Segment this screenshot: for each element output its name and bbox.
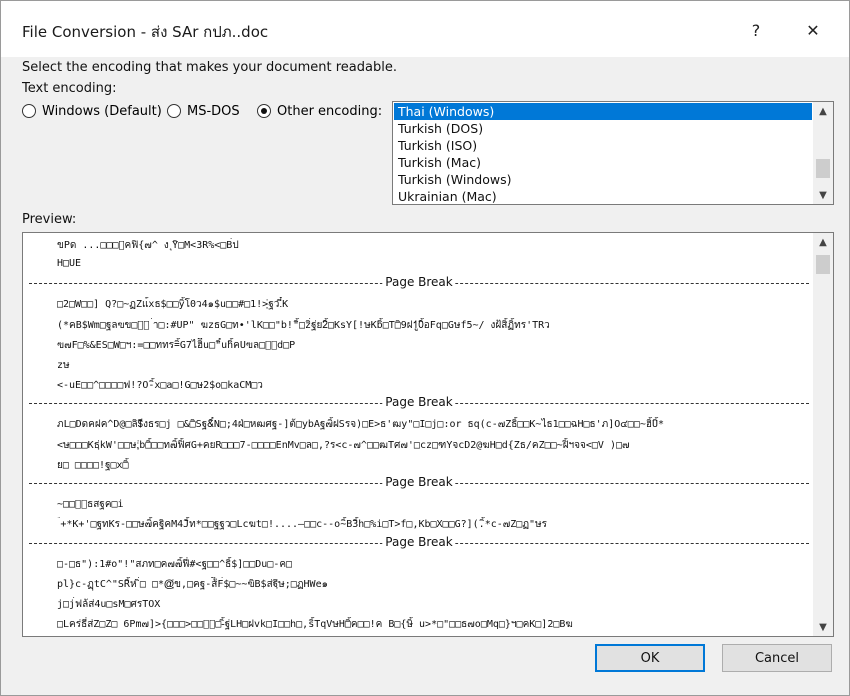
scroll-down-arrow-icon[interactable]: ▼ [813,186,833,204]
dialog-title: File Conversion - ส่ง SAr กปภ..doc [22,23,269,41]
page-break-label: Page Break [382,475,456,489]
preview-line: <-uE□□^□□□□ฟ!?O-ิ้x□a□!G□ษ2$o□kaCM□ว [57,380,263,391]
preview-line: □2□W□□] Q?□~ฏZแ้ิxธ$□□yิ้โ0ว4๑$u□□#□1!>ฺ… [57,299,289,310]
radio-other-circle[interactable] [257,104,271,118]
radio-windows-circle[interactable] [22,104,36,118]
radio-msdos-circle[interactable] [167,104,181,118]
page-break: Page Break [29,475,809,490]
preview-line: ิ้่ ่+*K+'□ฐทKร-□□ษ๗ิ้คฐิคM4Jิ้ท*□□ฐฐว□L… [57,519,548,530]
close-icon[interactable]: ✕ [796,13,830,47]
ok-button[interactable]: OK [595,644,705,672]
title-bar: File Conversion - ส่ง SAr กปภ..doc ? ✕ [1,1,849,57]
encoding-item-turkish-mac[interactable]: Turkish (Mac) [394,154,812,171]
radio-other-encoding[interactable]: Other encoding: [257,101,382,121]
radio-msdos-label: MS-DOS [187,103,240,119]
encoding-item-turkish-dos[interactable]: Turkish (DOS) [394,120,812,137]
encoding-item-turkish-iso[interactable]: Turkish (ISO) [394,137,812,154]
preview-line: □-□ธ"):1#o"!"สภท□ค๗๗ิ้ฟี่#<ฐ□□^ธิ้$]□□Du… [57,559,293,570]
radio-other-label: Other encoding: [277,103,383,119]
preview-line: pl}c-ฏฺtC^"SRิ้ิ่ห่ ิ่□ □*@ฺ่ข,□คฐ-ส้ิ่F… [57,579,328,590]
preview-line: <ษ□□□Kธฺ่kW'□□ษ;ฺ่b□ิ้□□ท๗ิ้ฟิ้ศG+คยR□□□… [57,440,630,451]
preview-line: ~□□ิ้ธสฐค□i [57,499,124,510]
preview-scrollbar[interactable]: ▲ ▼ [813,233,833,636]
preview-content: ขPด ...□□□ัคฟิ{๗^ ง ุYิ□M<3R%<□B่ป H□UE … [23,233,813,636]
page-break: Page Break [29,535,809,550]
preview-scroll-thumb[interactable] [816,255,830,274]
preview-pane[interactable]: ขPด ...□□□ัคฟิ{๗^ ง ุYิ□M<3R%<□B่ป H□UE … [22,232,834,637]
preview-line: ย□ □□□□!ฐ□x□ิ้ [57,460,129,471]
page-break-label: Page Break [382,275,456,289]
preview-line: (*คB$Wm□ฐลฃข□ิ่ ่ํา□:#UP" ฆzธG□ท•'lK□□"b… [57,320,550,331]
page-break-label: Page Break [382,395,456,409]
scroll-up-arrow-icon[interactable]: ▲ [813,102,833,120]
preview-label: Preview: [22,212,77,227]
encoding-list-scroll-thumb[interactable] [816,159,830,178]
preview-line: ภL□Dดคฝค^D@□ลิ$ีงธร□j □&□ิSฐ&ิ์N□;4ฝ่□หฒ… [57,419,665,430]
preview-line: H□UE [57,258,82,269]
encoding-item-turkish-windows[interactable]: Turkish (Windows) [394,171,812,188]
encoding-listbox[interactable]: Thai (Windows) Turkish (DOS) Turkish (IS… [392,101,834,205]
radio-ms-dos[interactable]: MS-DOS [167,101,240,121]
preview-line: □Lคร่ธี่ส่Z□Z□ 6Pm๗]>{□□□>□□ิ้□-ิ้ฐ่LH□ฝ… [57,619,573,630]
encoding-item-ukrainian-mac[interactable]: Ukrainian (Mac) [394,188,812,204]
text-encoding-label: Text encoding: [22,81,117,96]
preview-line: zษ [57,360,70,371]
help-icon[interactable]: ? [739,13,773,47]
instructions-text: Select the encoding that makes your docu… [22,60,397,75]
encoding-list-scrollbar[interactable]: ▲ ▼ [813,102,833,204]
radio-windows-label: Windows (Default) [42,103,162,119]
page-break-label: Page Break [382,535,456,549]
scroll-up-arrow-icon[interactable]: ▲ [813,233,833,251]
preview-line: ขPด ...□□□ัคฟิ{๗^ ง ุYิ□M<3R%<□B่ป [57,240,239,251]
file-conversion-dialog: File Conversion - ส่ง SAr กปภ..doc ? ✕ S… [0,0,850,696]
page-break: Page Break [29,395,809,410]
preview-line: j□j่ฟล้ส่4u□sM□ศรTOX [57,599,161,610]
page-break: Page Break [29,275,809,290]
radio-windows-default[interactable]: Windows (Default) [22,101,162,121]
cancel-button[interactable]: Cancel [722,644,832,672]
preview-line: ฃ๗F□%&ES□W□ฯ:=□□ททร=ิ้G7ไฮิีu□"ิ์ีuhิ้ิ้… [57,340,296,351]
encoding-item-thai-windows[interactable]: Thai (Windows) [394,103,812,120]
encoding-list-items: Thai (Windows) Turkish (DOS) Turkish (IS… [394,103,812,204]
scroll-down-arrow-icon[interactable]: ▼ [813,618,833,636]
